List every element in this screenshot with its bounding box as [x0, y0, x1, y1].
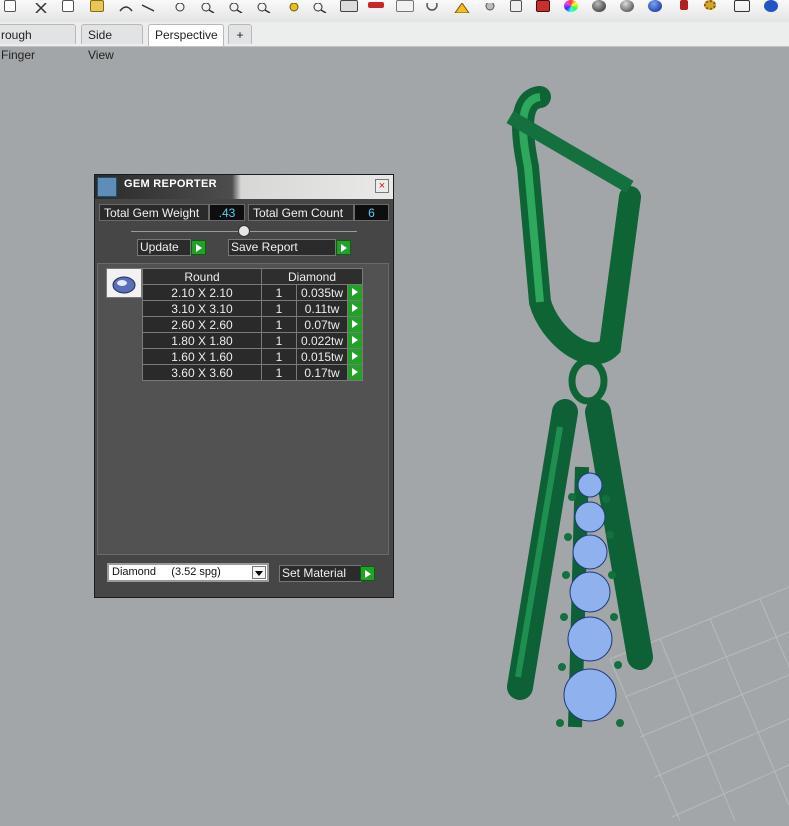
pan-icon[interactable] — [172, 0, 188, 12]
table-row[interactable]: 3.60 X 3.60 1 0.17tw — [142, 364, 363, 381]
new-file-icon[interactable] — [4, 0, 16, 12]
gem-weight: 0.015tw — [296, 348, 348, 365]
gem-qty: 1 — [261, 332, 297, 349]
cut-icon[interactable] — [34, 0, 48, 14]
gem-size: 3.10 X 3.10 — [142, 300, 262, 317]
tab-through-finger[interactable]: rough Finger — [0, 24, 76, 62]
zoom-selected-icon[interactable] — [286, 0, 302, 12]
printer-icon[interactable] — [396, 0, 414, 12]
light-bulb-icon[interactable] — [482, 0, 498, 11]
table-row[interactable]: 2.60 X 2.60 1 0.07tw — [142, 316, 363, 333]
table-row[interactable]: 2.10 X 2.10 1 0.035tw — [142, 284, 363, 301]
undo-icon[interactable] — [118, 0, 134, 12]
set-material-button[interactable]: Set Material — [279, 565, 361, 582]
help-icon[interactable] — [764, 0, 778, 12]
row-select-button[interactable] — [347, 348, 363, 365]
gem-stone[interactable] — [572, 534, 608, 570]
sphere-render-icon[interactable] — [620, 0, 634, 12]
gear-icon[interactable] — [704, 0, 716, 10]
gem-size: 1.80 X 1.80 — [142, 332, 262, 349]
update-button[interactable]: Update — [137, 239, 191, 256]
gem-qty: 1 — [261, 284, 297, 301]
panel-title: GEM REPORTER — [124, 178, 217, 190]
rotate-icon[interactable] — [312, 0, 328, 14]
gem-list-area: Round Diamond 2.10 X 2.10 1 0.035tw 3.10… — [97, 263, 389, 555]
color-wheel-icon[interactable] — [564, 0, 578, 12]
copy-icon[interactable] — [62, 0, 74, 12]
gem-weight: 0.022tw — [296, 332, 348, 349]
gem-weight: 0.035tw — [296, 284, 348, 301]
total-gem-weight-label: Total Gem Weight — [99, 204, 209, 221]
gem-qty: 1 — [261, 364, 297, 381]
slider-handle[interactable] — [238, 225, 250, 237]
total-gem-weight-value: .43 — [209, 204, 245, 221]
column-header-material: Diamond — [261, 268, 363, 285]
warning-icon[interactable] — [454, 0, 470, 14]
gem-stone[interactable] — [563, 668, 617, 722]
save-report-button[interactable]: Save Report — [228, 239, 336, 256]
gem-stone[interactable] — [577, 472, 603, 498]
gem-reporter-icon — [97, 177, 117, 197]
gem-weight: 0.07tw — [296, 316, 348, 333]
gem-weight: 0.11tw — [296, 300, 348, 317]
paste-icon[interactable] — [90, 0, 104, 12]
gem-size: 1.60 X 1.60 — [142, 348, 262, 365]
gem-stone[interactable] — [574, 501, 606, 533]
table-row[interactable]: 3.10 X 3.10 1 0.11tw — [142, 300, 363, 317]
set-material-go-button[interactable] — [360, 566, 375, 581]
row-select-button[interactable] — [347, 284, 363, 301]
gem-table: Round Diamond 2.10 X 2.10 1 0.035tw 3.10… — [142, 268, 363, 381]
table-row[interactable]: 1.60 X 1.60 1 0.015tw — [142, 348, 363, 365]
close-button[interactable]: × — [375, 179, 389, 193]
save-report-go-button[interactable] — [336, 240, 351, 255]
add-tab-button[interactable]: + — [228, 24, 252, 44]
material-icon[interactable] — [536, 0, 550, 12]
earring-model[interactable] — [506, 86, 653, 728]
update-go-button[interactable] — [191, 240, 206, 255]
table-row[interactable]: 1.80 X 1.80 1 0.022tw — [142, 332, 363, 349]
total-gem-count-value: 6 — [354, 204, 389, 221]
gem-qty: 1 — [261, 300, 297, 317]
zoom-window-icon[interactable] — [228, 0, 244, 14]
gem-size: 3.60 X 3.60 — [142, 364, 262, 381]
gem-reporter-panel: GEM REPORTER × Total Gem Weight .43 Tota… — [94, 174, 394, 598]
refresh-icon[interactable] — [424, 0, 440, 11]
tab-side-view[interactable]: Side View — [81, 24, 143, 62]
redo-icon[interactable] — [140, 0, 156, 12]
gem-size: 2.10 X 2.10 — [142, 284, 262, 301]
car-icon[interactable] — [368, 2, 384, 8]
row-select-button[interactable] — [347, 316, 363, 333]
tab-perspective[interactable]: Perspective — [148, 24, 224, 46]
material-dropdown[interactable]: Diamond (3.52 spg) — [107, 563, 269, 582]
gem-stone[interactable] — [567, 616, 613, 662]
gem-size: 2.60 X 2.60 — [142, 316, 262, 333]
toolbar — [0, 0, 789, 23]
zoom-extents-icon[interactable] — [256, 0, 272, 14]
gem-qty: 1 — [261, 348, 297, 365]
gem-qty: 1 — [261, 316, 297, 333]
grid-snap-icon[interactable] — [734, 0, 750, 12]
total-gem-count-label: Total Gem Count — [248, 204, 354, 221]
row-select-button[interactable] — [347, 332, 363, 349]
row-select-button[interactable] — [347, 300, 363, 317]
lock-icon[interactable] — [680, 0, 688, 10]
object-icon[interactable] — [510, 0, 522, 12]
zoom-icon[interactable] — [200, 0, 216, 14]
material-dropdown-value: Diamond (3.52 spg) — [112, 566, 221, 578]
panel-titlebar[interactable]: GEM REPORTER × — [95, 175, 393, 199]
sphere-icon[interactable] — [592, 0, 606, 12]
gem-stone[interactable] — [569, 571, 611, 613]
globe-icon[interactable] — [648, 0, 662, 12]
row-select-button[interactable] — [347, 364, 363, 381]
viewport-tabs: rough Finger Side View Perspective + — [0, 22, 789, 62]
column-header-shape: Round — [142, 268, 262, 285]
layer-icon[interactable] — [340, 0, 358, 12]
gem-weight: 0.17tw — [296, 364, 348, 381]
chevron-down-icon[interactable] — [252, 566, 266, 579]
round-diamond-thumbnail[interactable] — [106, 268, 142, 298]
